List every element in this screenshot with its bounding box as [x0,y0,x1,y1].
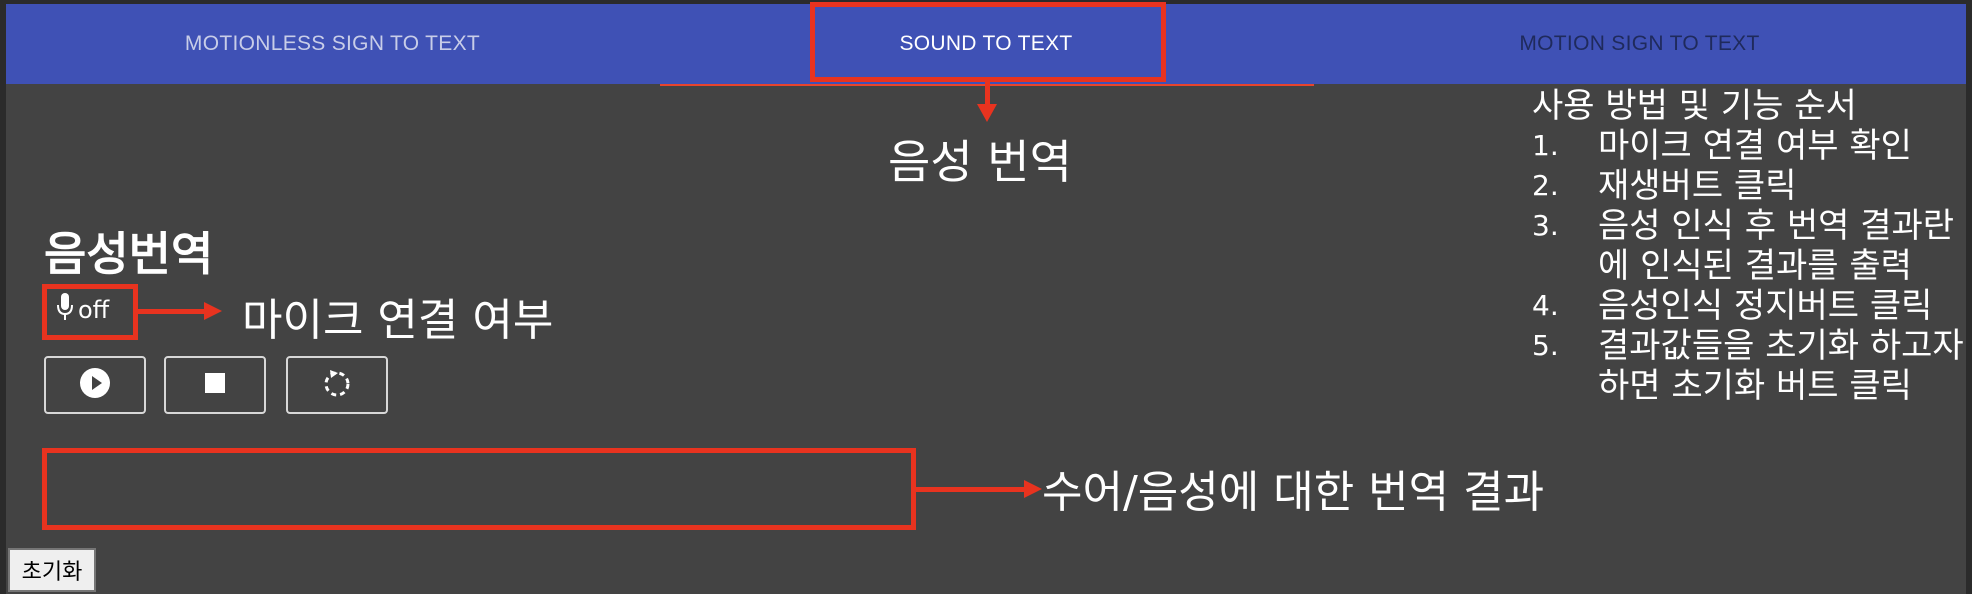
tab-annotation-box [810,2,1166,82]
rotate-dashed-icon [321,367,353,403]
stop-button[interactable] [164,356,266,414]
instruction-number: 5. [1532,329,1559,362]
stop-icon [204,372,226,398]
instruction-item: 4. 음성인식 정지버트 클릭 [1532,286,1968,326]
tab-motionless-sign[interactable]: MOTIONLESS SIGN TO TEXT [6,4,659,84]
tab-annotation-label: 음성 번역 [888,135,1072,189]
tab-motion-sign[interactable]: MOTION SIGN TO TEXT [1313,4,1966,84]
instruction-item: 1. 마이크 연결 여부 확인 [1532,126,1968,166]
result-output-box [42,448,916,530]
page-bottom-edge [0,594,1972,600]
instruction-number: 4. [1532,289,1559,322]
instruction-item: 2. 재생버트 클릭 [1532,166,1968,206]
instruction-text: 재생버트 클릭 [1598,166,1797,206]
instruction-text: 음성인식 정지버트 클릭 [1598,286,1933,326]
instruction-item: 3. 음성 인식 후 번역 결과란에 인식된 결과를 출력 [1532,206,1968,286]
instructions-title: 사용 방법 및 기능 순서 [1532,86,1857,126]
instruction-number: 1. [1532,129,1559,162]
instruction-text: 결과값들을 초기화 하고자하면 초기화 버트 클릭 [1598,326,1964,406]
instructions-panel: 사용 방법 및 기능 순서 1. 마이크 연결 여부 확인 2. 재생버트 클릭… [1532,86,1968,406]
section-heading: 음성번역 [44,227,214,281]
instruction-text: 마이크 연결 여부 확인 [1598,126,1912,166]
result-annotation-label: 수어/음성에 대한 번역 결과 [1042,467,1545,518]
reset-button[interactable]: 초기화 [8,548,96,592]
play-circle-icon [79,367,111,403]
mic-annotation-label: 마이크 연결 여부 [242,295,554,346]
tab-annotation-arrow [977,104,997,122]
instruction-text: 음성 인식 후 번역 결과란에 인식된 결과를 출력 [1598,206,1955,286]
mic-annotation-arrow [204,302,222,320]
result-annotation-arrow [1024,480,1042,498]
restart-button[interactable] [286,356,388,414]
mic-annotation-line [138,309,206,314]
mic-annotation-box [42,284,138,340]
instruction-item: 5. 결과값들을 초기화 하고자하면 초기화 버트 클릭 [1532,326,1968,406]
instruction-number: 2. [1532,169,1559,202]
instruction-number: 3. [1532,209,1559,242]
result-annotation-line [916,487,1026,492]
tab-annotation-line [985,82,990,106]
play-button[interactable] [44,356,146,414]
